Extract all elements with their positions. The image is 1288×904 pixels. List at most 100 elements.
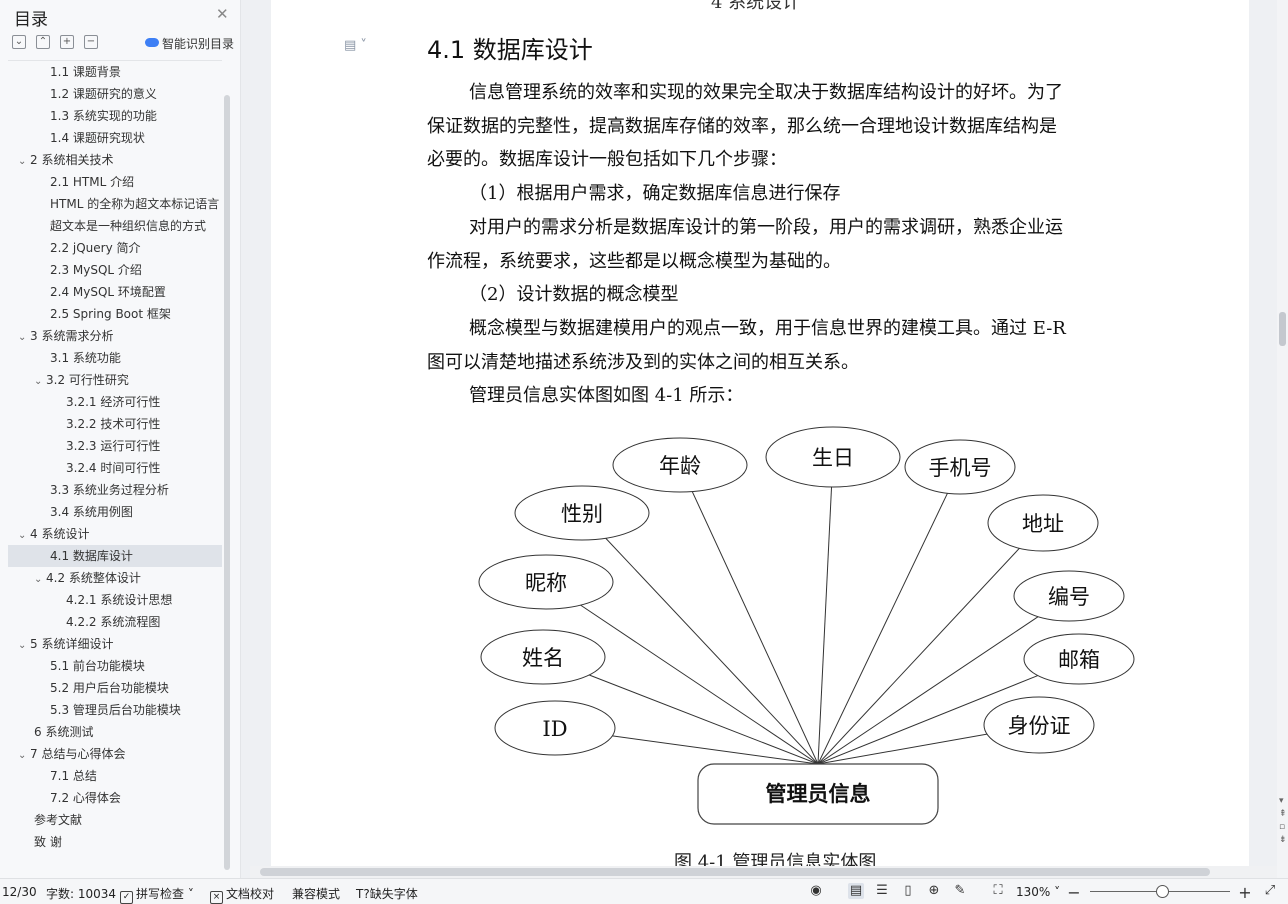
collapse-up-icon[interactable]: ⌃	[36, 35, 50, 49]
toc-item-label: 5.1 前台功能模块	[50, 659, 145, 673]
chevron-down-icon[interactable]: ⌄	[18, 745, 30, 765]
vertical-scroll-thumb[interactable]	[1279, 312, 1286, 346]
chevron-down-icon[interactable]: ⌄	[34, 569, 46, 589]
eye-protect-icon[interactable]: ◉	[808, 883, 824, 899]
doc-proof-button[interactable]: × 文档校对	[210, 885, 274, 904]
er-connector	[612, 735, 819, 765]
toc-item[interactable]: ⌄ 3 系统需求分析	[8, 325, 222, 347]
toc-item[interactable]: 7.1 总结	[8, 765, 222, 787]
toc-item-label: 1.2 课题研究的意义	[50, 87, 157, 101]
expand-all-icon[interactable]: +	[60, 35, 74, 49]
text-line: 图可以清楚地描述系统涉及到的实体之间的相互关系。	[427, 351, 859, 373]
toc-item[interactable]: 5.1 前台功能模块	[8, 655, 222, 677]
horizontal-scrollbar[interactable]	[250, 866, 1277, 878]
word-count[interactable]: 字数: 10034	[46, 885, 116, 902]
read-mode-icon[interactable]: ▯	[900, 883, 916, 899]
toc-item[interactable]: 2.2 jQuery 简介	[8, 237, 222, 259]
toc-item[interactable]: 3.2.2 技术可行性	[8, 413, 222, 435]
er-connectors	[580, 486, 1039, 765]
toc-item[interactable]: ⌄ 7 总结与心得体会	[8, 743, 222, 765]
toc-item[interactable]: 参考文献	[8, 809, 222, 831]
vertical-scrollbar[interactable]	[1277, 0, 1288, 878]
toc-item-label: 2.1 HTML 介绍	[50, 175, 135, 189]
toc-item[interactable]: ⌄ 4 系统设计	[8, 523, 222, 545]
toc-item[interactable]: HTML 的全称为超文本标记语言	[8, 193, 222, 215]
chevron-down-icon[interactable]: ⌄	[18, 151, 30, 171]
attribute-label: 生日	[812, 446, 854, 470]
toc-item-label: 5.3 管理员后台功能模块	[50, 703, 181, 717]
figure-caption: 图 4-1 管理员信息实体图	[674, 852, 877, 866]
sidebar-title: 目录	[14, 10, 48, 30]
toc-item[interactable]: 2.1 HTML 介绍	[8, 171, 222, 193]
er-attributes: ID 姓名 昵称 性别 年龄 生日 手机号地址编号邮箱身份证	[478, 426, 1135, 756]
toc-item[interactable]: 4.2.2 系统流程图	[8, 611, 222, 633]
toc-item-label: 1.4 课题研究现状	[50, 131, 145, 145]
toc-item[interactable]: ⌄ 3.2 可行性研究	[8, 369, 222, 391]
toc-item[interactable]: 3.4 系统用例图	[8, 501, 222, 523]
toc-item-label: 4.2 系统整体设计	[46, 571, 141, 585]
toc-item-label: 3.3 系统业务过程分析	[50, 483, 169, 497]
paragraph-format-icon[interactable]: ▤ ˅	[344, 38, 367, 53]
web-view-icon[interactable]: ⊕	[926, 883, 942, 899]
toc-item[interactable]: ⌄ 5 系统详细设计	[8, 633, 222, 655]
chevron-down-icon[interactable]: ⌄	[34, 371, 46, 391]
toc-item[interactable]: ⌄ 4.2 系统整体设计	[8, 567, 222, 589]
outline-view-icon[interactable]: ☰	[874, 883, 890, 899]
missing-font-button[interactable]: T?缺失字体	[356, 885, 418, 902]
smart-toc-button[interactable]: 智能识别目录	[145, 35, 234, 52]
toc-item-label: 3 系统需求分析	[30, 329, 114, 343]
text-line: （2）设计数据的概念模型	[469, 284, 679, 306]
toc-item[interactable]: 5.3 管理员后台功能模块	[8, 699, 222, 721]
text-line: 概念模型与数据建模用户的观点一致，用于信息世界的建模工具。通过 E-R	[469, 317, 1066, 339]
toc-item-label: 7.2 心得体会	[50, 791, 121, 805]
toc-item[interactable]: 6 系统测试	[8, 721, 222, 743]
page-indicator[interactable]: 12/30	[2, 885, 37, 899]
toc-item[interactable]: 3.2.4 时间可行性	[8, 457, 222, 479]
chevron-down-icon[interactable]: ⌄	[18, 635, 30, 655]
toc-list: 1.1 课题背景 1.2 课题研究的意义 1.3 系统实现的功能 1.4 课题研究现状…	[8, 60, 222, 873]
toc-item[interactable]: 致 谢	[8, 831, 222, 853]
toc-item[interactable]: 2.4 MySQL 环境配置	[8, 281, 222, 303]
fullscreen-icon[interactable]: ⤢	[1262, 883, 1278, 899]
toc-item[interactable]: 4.1 数据库设计	[8, 545, 222, 567]
spell-check-button[interactable]: ✓ 拼写检查 ˅	[120, 885, 194, 904]
chevron-down-icon[interactable]: ⌄	[18, 525, 30, 545]
chevron-down-icon[interactable]: ⌄	[18, 327, 30, 347]
er-diagram: ID 姓名 昵称 性别 年龄 生日 手机号地址编号邮箱身份证 管理员信息	[478, 426, 1135, 825]
toc-item[interactable]: 3.1 系统功能	[8, 347, 222, 369]
toc-item[interactable]: 3.3 系统业务过程分析	[8, 479, 222, 501]
toc-item[interactable]: 2.3 MySQL 介绍	[8, 259, 222, 281]
page-nav-icons[interactable]: ▾ ⇞ ▫ ⇟	[1279, 795, 1287, 847]
sidebar-scrollbar[interactable]	[224, 95, 230, 870]
compat-mode[interactable]: 兼容模式	[292, 885, 340, 902]
close-icon[interactable]: ✕	[216, 5, 229, 23]
toc-item[interactable]: 3.2.1 经济可行性	[8, 391, 222, 413]
toc-item[interactable]: 1.3 系统实现的功能	[8, 105, 222, 127]
zoom-in-icon[interactable]: +	[1237, 883, 1253, 902]
pen-icon[interactable]: ✎	[952, 883, 968, 899]
zoom-out-icon[interactable]: −	[1066, 883, 1082, 902]
zoom-level[interactable]: 130% ˅	[1016, 885, 1060, 899]
page-view-icon[interactable]: ▤	[848, 883, 864, 899]
toc-item[interactable]: 4.2.1 系统设计思想	[8, 589, 222, 611]
attribute-label: 手机号	[929, 456, 992, 480]
toc-item[interactable]: 7.2 心得体会	[8, 787, 222, 809]
zoom-label: 130%	[1016, 885, 1051, 899]
toc-item[interactable]: 1.2 课题研究的意义	[8, 83, 222, 105]
collapse-all-icon[interactable]: −	[84, 35, 98, 49]
toc-item-label: 1.3 系统实现的功能	[50, 109, 157, 123]
toc-item[interactable]: 5.2 用户后台功能模块	[8, 677, 222, 699]
toc-item[interactable]: 2.5 Spring Boot 框架	[8, 303, 222, 325]
toc-item[interactable]: ⌄ 2 系统相关技术	[8, 149, 222, 171]
toc-item[interactable]: 超文本是一种组织信息的方式	[8, 215, 222, 237]
toc-item-label: 3.2.2 技术可行性	[66, 417, 161, 431]
toc-item-label: 致 谢	[34, 835, 62, 849]
expand-down-icon[interactable]: ⌄	[12, 35, 26, 49]
horizontal-scroll-thumb[interactable]	[260, 868, 1210, 876]
toc-item[interactable]: 1.4 课题研究现状	[8, 127, 222, 149]
fit-page-icon[interactable]: ⛶	[990, 883, 1006, 899]
zoom-slider-handle[interactable]	[1156, 885, 1169, 898]
toc-item[interactable]: 1.1 课题背景	[8, 61, 222, 83]
toc-item[interactable]: 3.2.3 运行可行性	[8, 435, 222, 457]
attribute-label: 年龄	[659, 454, 701, 478]
